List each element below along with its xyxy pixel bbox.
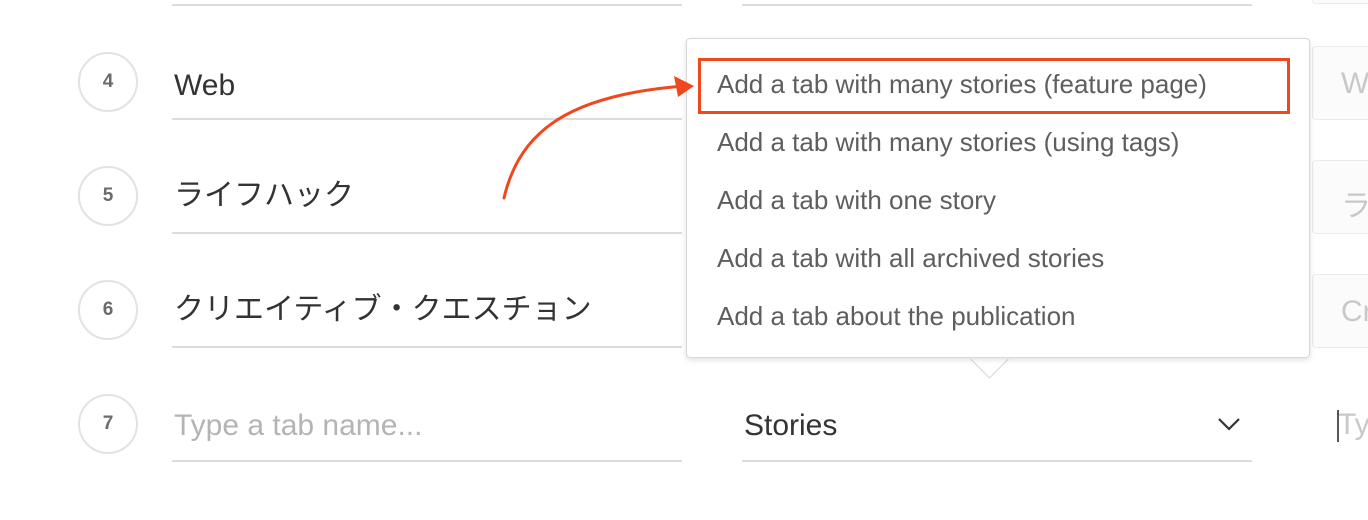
tab-number-badge: 5: [78, 166, 138, 226]
tab-type-underline: [742, 460, 1252, 462]
tab-type-value: Stories: [744, 409, 838, 442]
tab-slug-text: Cr: [1341, 295, 1368, 328]
dropdown-option-one-story[interactable]: Add a tab with one story: [717, 185, 996, 216]
dropdown-option-using-tags[interactable]: Add a tab with many stories (using tags): [717, 127, 1179, 158]
row-3-name-underline: [172, 4, 682, 6]
new-tab-name-input[interactable]: [172, 406, 684, 446]
tab-slug-field[interactable]: W: [1312, 46, 1368, 120]
dropdown-option-feature-page[interactable]: Add a tab with many stories (feature pag…: [717, 69, 1207, 100]
tab-slug-text: ラ: [1341, 190, 1368, 223]
tab-type-select[interactable]: Stories: [742, 404, 1252, 448]
tab-type-dropdown-menu: Add a tab with many stories (feature pag…: [686, 38, 1310, 358]
row-3-slug-field[interactable]: [1312, 0, 1368, 4]
dropdown-option-about-publication[interactable]: Add a tab about the publication: [717, 301, 1076, 332]
dropdown-option-archived-stories[interactable]: Add a tab with all archived stories: [717, 243, 1104, 274]
tab-name-field[interactable]: ライフハック: [174, 178, 354, 214]
tab-name-underline: [172, 232, 682, 234]
tab-number-badge: 4: [78, 52, 138, 112]
tab-slug-text: W: [1341, 67, 1368, 100]
tab-name-underline: [172, 346, 682, 348]
tab-name-field[interactable]: Web: [174, 68, 235, 104]
tab-name-underline: [172, 460, 682, 462]
tab-number-badge: 7: [78, 394, 138, 454]
new-tab-slug-input[interactable]: Ty: [1337, 408, 1368, 442]
tab-name-underline: [172, 118, 682, 120]
row-3-type-underline: [742, 4, 1252, 6]
tab-slug-field[interactable]: ラ: [1312, 160, 1368, 234]
chevron-down-icon[interactable]: [1216, 414, 1242, 434]
tab-number-badge: 6: [78, 280, 138, 340]
tab-slug-field[interactable]: Cr: [1312, 274, 1368, 348]
tab-name-field[interactable]: クリエイティブ・クエスチョン: [174, 292, 592, 328]
